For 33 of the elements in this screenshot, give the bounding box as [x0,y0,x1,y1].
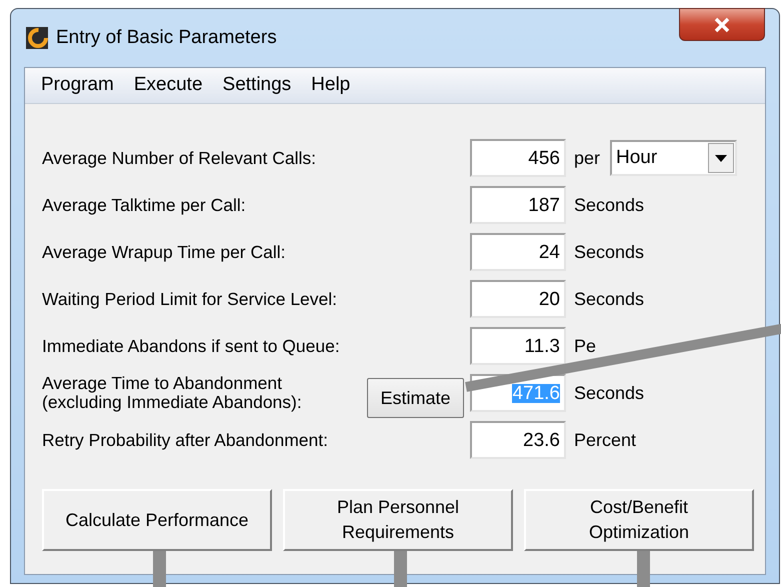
value-field[interactable]: 24 [470,233,566,271]
unit-label: Seconds [574,382,644,404]
menu-item[interactable]: Settings [212,71,302,100]
window-title: Entry of Basic Parameters [56,26,277,50]
value-field[interactable]: 20 [470,280,566,318]
period-dropdown[interactable]: Hour [610,140,738,176]
action-button[interactable]: Calculate Performance [42,489,272,551]
unit-label: Pe [574,334,596,358]
field-label: Retry Probability after Abandonment: [42,428,329,452]
estimate-button[interactable]: Estimate [367,378,464,418]
field-label: Waiting Period Limit for Service Level: [42,288,338,311]
menu-item[interactable]: Program [31,71,124,100]
close-icon [713,16,731,32]
unit-label: Seconds [574,240,644,264]
unit-label: Seconds [574,288,644,310]
value-field[interactable]: 187 [470,186,566,224]
field-label: Average Talktime per Call: [42,194,247,217]
close-button[interactable] [679,8,765,41]
field-label: Immediate Abandons if sent to Queue: [42,334,341,358]
value-field[interactable]: 456 [470,139,566,177]
value-field[interactable]: 23.6 [470,421,566,459]
action-button[interactable]: Plan Personnel Requirements [283,489,513,551]
field-label: Average Wrapup Time per Call: [42,240,286,264]
unit-label: Seconds [574,194,644,216]
field-label: Average Number of Relevant Calls: [42,146,317,170]
unit-label: per [574,146,600,170]
action-button[interactable]: Cost/Benefit Optimization [524,489,754,551]
app-icon [26,27,48,49]
menu-item[interactable]: Execute [124,71,213,100]
menu-item[interactable]: Help [301,71,360,100]
value-field[interactable]: 11.3 [470,327,566,365]
unit-label: Percent [574,428,636,452]
field-label: Average Time to Abandonment (excluding Immediate Abandons): [42,374,303,412]
